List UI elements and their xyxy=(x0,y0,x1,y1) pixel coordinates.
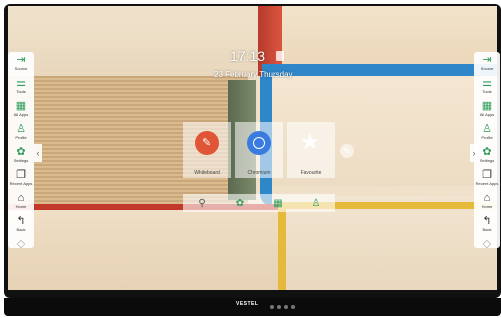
pen-icon: ✎ xyxy=(195,131,219,155)
app-tile-chromium[interactable]: Chromium xyxy=(235,122,283,178)
more-icon: ◇ xyxy=(16,238,26,250)
hardware-button[interactable] xyxy=(277,305,281,309)
back-icon: ↰ xyxy=(482,215,492,227)
back-icon: ↰ xyxy=(16,215,26,227)
chromium-icon xyxy=(247,131,271,155)
sidebar-item-profile[interactable]: ♙ Profile xyxy=(8,121,34,144)
hardware-button[interactable] xyxy=(284,305,288,309)
bottom-dock: ⚲ ✿ ▦ ♙ xyxy=(183,194,335,212)
more-icon: ◇ xyxy=(482,238,492,250)
sidebar-item-label: Source xyxy=(480,66,494,71)
sidebar-item-label: Settings xyxy=(479,158,495,163)
sidebar-item-back[interactable]: ↰ Back xyxy=(474,213,500,236)
source-icon: ⇥ xyxy=(482,54,492,66)
search-icon: ⚲ xyxy=(198,197,206,209)
app-tile-label: Favourite xyxy=(300,170,322,176)
recent-apps-icon: ❐ xyxy=(16,169,26,181)
sidebar-item-label: Recent Apps xyxy=(9,181,33,186)
pencil-icon: ✎ xyxy=(343,146,351,156)
sidebar-item-recent-apps[interactable]: ❐ Recent Apps xyxy=(8,167,34,190)
settings-icon: ✿ xyxy=(482,146,492,158)
collapse-right-sidebar-button[interactable]: › xyxy=(470,144,478,162)
hardware-button[interactable] xyxy=(270,305,274,309)
sidebar-item-label: Tools xyxy=(482,89,492,94)
sidebar-item-more[interactable]: ◇ xyxy=(8,236,34,259)
sidebar-item-label: All Apps xyxy=(479,112,495,117)
app-tile-favourite[interactable]: ★ Favourite xyxy=(287,122,335,178)
settings-icon: ✿ xyxy=(16,146,26,158)
sidebar-item-label: Profile xyxy=(481,135,493,140)
sidebar-item-more[interactable]: ◇ xyxy=(474,236,500,259)
wallpaper-book xyxy=(262,64,497,76)
sidebar-item-settings[interactable]: ✿ Settings xyxy=(8,144,34,167)
apps-grid-icon: ▦ xyxy=(15,100,27,112)
sidebar-item-label: Back xyxy=(482,227,492,232)
dock-search-button[interactable]: ⚲ xyxy=(183,194,221,212)
edit-favourites-button[interactable]: ✎ xyxy=(340,144,354,158)
sidebar-item-label: Settings xyxy=(13,158,29,163)
brand-logo: VESTEL xyxy=(236,301,259,307)
profile-icon: ♙ xyxy=(482,123,492,135)
sidebar-item-home[interactable]: ⌂ Home xyxy=(8,190,34,213)
app-tile-whiteboard[interactable]: ✎ Whiteboard xyxy=(183,122,231,178)
sidebar-item-all-apps[interactable]: ▦ All Apps xyxy=(8,98,34,121)
tools-icon: ⚌ xyxy=(16,77,26,89)
sidebar-item-source[interactable]: ⇥ Source xyxy=(474,52,500,75)
sidebar-item-profile[interactable]: ♙ Profile xyxy=(474,121,500,144)
sidebar-item-back[interactable]: ↰ Back xyxy=(8,213,34,236)
lock-icon[interactable] xyxy=(276,51,284,61)
apps-grid-icon: ▦ xyxy=(481,100,493,112)
clock-date: 23 February Thursday xyxy=(214,70,293,79)
home-icon: ⌂ xyxy=(483,192,491,204)
collapse-left-sidebar-button[interactable]: ‹ xyxy=(34,144,42,162)
apps-grid-icon: ▦ xyxy=(273,197,283,209)
app-tile-label: Whiteboard xyxy=(194,170,220,176)
wallpaper-book xyxy=(8,204,278,290)
settings-icon: ✿ xyxy=(235,197,245,209)
hardware-button[interactable] xyxy=(291,305,295,309)
dock-profile-button[interactable]: ♙ xyxy=(297,194,335,212)
sidebar-item-label: All Apps xyxy=(13,112,29,117)
sidebar-item-label: Source xyxy=(14,66,28,71)
profile-icon: ♙ xyxy=(311,197,321,209)
sidebar-item-source[interactable]: ⇥ Source xyxy=(8,52,34,75)
sidebar-item-home[interactable]: ⌂ Home xyxy=(474,190,500,213)
wallpaper-book xyxy=(278,202,286,290)
wallpaper-book xyxy=(282,6,497,64)
dock-apps-button[interactable]: ▦ xyxy=(259,194,297,212)
home-icon: ⌂ xyxy=(17,192,25,204)
source-icon: ⇥ xyxy=(16,54,26,66)
sidebar-item-label: Back xyxy=(16,227,26,232)
app-tile-label: Chromium xyxy=(247,170,271,176)
sidebar-item-all-apps[interactable]: ▦ All Apps xyxy=(474,98,500,121)
sidebar-item-recent-apps[interactable]: ❐ Recent Apps xyxy=(474,167,500,190)
recent-apps-icon: ❐ xyxy=(482,169,492,181)
sidebar-item-label: Home xyxy=(481,204,493,209)
clock-time: 17:13 xyxy=(230,48,266,64)
profile-icon: ♙ xyxy=(16,123,26,135)
star-icon: ★ xyxy=(300,129,320,154)
sidebar-item-label: Home xyxy=(15,204,27,209)
chevron-right-icon: › xyxy=(472,148,476,158)
sidebar-item-label: Tools xyxy=(16,89,26,94)
sidebar-item-tools[interactable]: ⚌ Tools xyxy=(8,75,34,98)
sidebar-item-tools[interactable]: ⚌ Tools xyxy=(474,75,500,98)
dock-settings-button[interactable]: ✿ xyxy=(221,194,259,212)
wallpaper-book xyxy=(8,6,258,76)
sidebar-item-label: Recent Apps xyxy=(475,181,499,186)
tools-icon: ⚌ xyxy=(482,77,492,89)
chevron-left-icon: ‹ xyxy=(36,148,40,158)
sidebar-item-label: Profile xyxy=(15,135,27,140)
left-sidebar: ⇥ Source ⚌ Tools ▦ All Apps ♙ Profile ✿ Setti… xyxy=(8,52,34,250)
